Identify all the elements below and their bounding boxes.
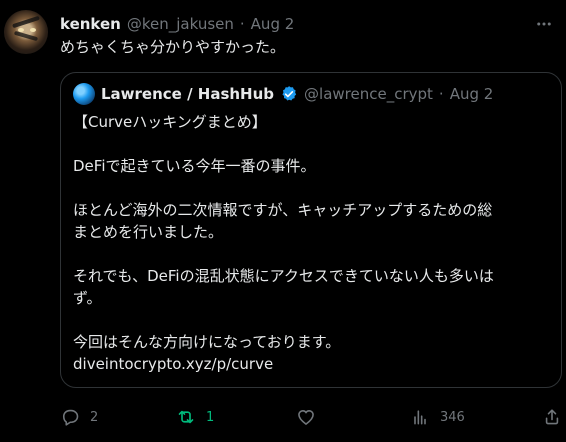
views-count: 346 [440,409,465,425]
retweet-icon [178,410,194,424]
reply-count: 2 [90,409,99,425]
author-avatar[interactable] [4,10,48,54]
quoted-paragraph: それでも、DeFiの混乱状態にアクセスできていない人も多いは ず。 [73,267,494,307]
like-button[interactable] [296,404,316,430]
separator-dot: · [239,15,245,33]
avatar-tiger-stripe [12,15,40,29]
views-button[interactable]: 346 [410,404,465,430]
avatar-tiger-stripe [13,30,39,42]
quoted-paragraph: DeFiで起きている今年一番の事件。 [73,157,316,175]
quoted-author-name[interactable]: Lawrence / HashHub [101,85,274,103]
reply-icon [62,409,79,426]
more-horizontal-icon [537,22,551,26]
quoted-tweet[interactable]: Lawrence / HashHub @lawrence_crypt · Aug… [60,72,562,388]
separator-dot: · [438,85,444,103]
quoted-tweet-date[interactable]: Aug 2 [450,85,494,103]
quoted-author-handle[interactable]: @lawrence_crypt [304,85,433,103]
tweet-text: めちゃくちゃ分かりやすかった。 [60,38,286,56]
quoted-paragraph: ほとんど海外の二次情報ですが、キャッチアップするための総 まとめを行いました。 [73,201,493,241]
quoted-paragraph: 【Curveハッキングまとめ】 [73,113,267,131]
avatar-tiger-eye [30,28,36,32]
avatar-tiger-eye [18,28,24,32]
tweet-date[interactable]: Aug 2 [251,15,295,33]
more-options-button[interactable] [530,10,558,38]
views-icon [414,410,426,425]
quoted-tweet-body: 【Curveハッキングまとめ】 DeFiで起きている今年一番の事件。 ほとんど海… [73,111,549,375]
retweet-button[interactable]: 1 [176,404,214,430]
quoted-link[interactable]: diveintocrypto.xyz/p/curve [73,353,549,375]
verified-badge-icon [280,85,298,103]
retweet-count: 1 [206,409,215,425]
author-handle[interactable]: @ken_jakusen [127,15,234,33]
quoted-paragraph: 今回はそんな方向けになっております。 [73,333,341,351]
heart-icon [298,410,314,425]
reply-button[interactable]: 2 [60,404,98,430]
share-button[interactable] [542,404,562,430]
quoted-tweet-header: Lawrence / HashHub @lawrence_crypt · Aug… [73,83,549,105]
tweet-actions: 2 1 346 [60,404,562,430]
tweet-header: kenken @ken_jakusen · Aug 2 [60,12,526,36]
quoted-author-avatar[interactable] [73,83,95,105]
share-icon [545,409,559,425]
author-name[interactable]: kenken [60,15,121,33]
